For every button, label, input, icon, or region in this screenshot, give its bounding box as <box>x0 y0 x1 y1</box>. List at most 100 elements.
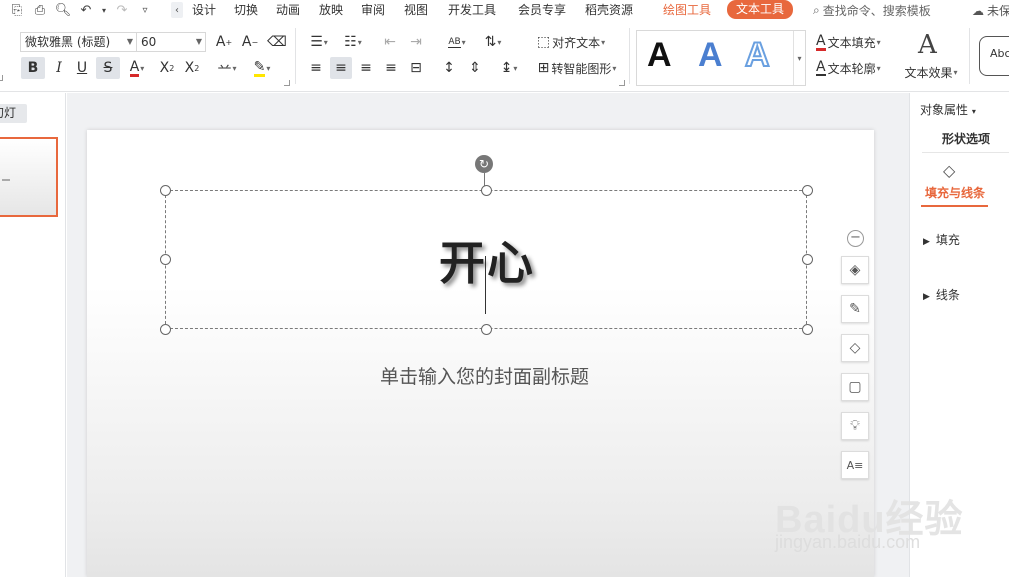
bold-button[interactable]: B <box>21 57 45 79</box>
text-fill-button[interactable]: A 文本填充 ▾ <box>816 31 896 53</box>
menu-scroll-left-icon[interactable]: ‹ <box>171 2 183 18</box>
divider <box>969 28 970 84</box>
tab-slideshow[interactable]: 放映 <box>319 2 343 18</box>
text-fill-icon: A <box>816 32 826 51</box>
slide-title[interactable]: 开心 <box>166 228 808 298</box>
brush-icon[interactable]: ✎ <box>841 295 869 323</box>
distribute-icon[interactable]: ⊟ <box>405 57 427 79</box>
clear-format-icon[interactable]: ⌫ <box>266 31 288 53</box>
decrease-indent-icon[interactable]: ⇤ <box>380 31 400 53</box>
gallery-more-icon[interactable]: ▾ <box>793 31 805 85</box>
panel-title[interactable]: 对象属性 ▾ <box>920 101 976 118</box>
tab-text-tool[interactable]: 文本工具 <box>727 0 794 19</box>
line-spacing-icon[interactable]: ↕ <box>438 57 460 79</box>
tab-slides[interactable]: 幻灯片 <box>0 104 27 123</box>
shape-style-preview[interactable]: Abc <box>979 36 1009 76</box>
tab-developer[interactable]: 开发工具 <box>448 2 496 18</box>
strikethrough-button[interactable]: S <box>96 57 120 79</box>
export-icon[interactable]: ⎘ <box>8 1 26 19</box>
text-outline-label: 文本轮廓 <box>827 61 876 76</box>
subscript-button[interactable]: X2 <box>181 57 203 79</box>
group-corner <box>284 80 290 86</box>
superscript-button[interactable]: X2 <box>156 57 178 79</box>
text-fill-label: 文本填充 <box>827 35 876 50</box>
fill-section[interactable]: ▶ 填充 <box>923 231 960 248</box>
tab-review[interactable]: 审阅 <box>361 2 385 18</box>
fill-line-icon[interactable]: ◇ <box>943 161 955 180</box>
outline-frame-icon[interactable]: ▢ <box>841 373 869 401</box>
cloud-status[interactable]: ☁ 未保存 <box>972 2 1009 19</box>
spacing-options-button[interactable]: ↨ ▾ <box>494 57 524 79</box>
resize-handle-top-right[interactable] <box>802 185 813 196</box>
align-center-icon[interactable]: ≡ <box>330 57 352 79</box>
smart-shape-button[interactable]: ⊞ 转智能图形 ▾ <box>530 57 624 79</box>
idea-bulb-icon[interactable]: 💡︎ <box>841 412 869 440</box>
font-size-value: 60 <box>141 35 157 49</box>
fill-section-label: 填充 <box>935 233 960 247</box>
text-effect-icon[interactable]: A <box>918 30 937 60</box>
redo-icon[interactable]: ↷ <box>113 1 131 19</box>
resize-handle-top-left[interactable] <box>160 185 171 196</box>
grow-font-icon[interactable]: A + <box>214 31 234 53</box>
print-icon[interactable]: ⎙ <box>31 1 49 19</box>
shrink-font-icon[interactable]: A − <box>240 31 260 53</box>
tab-view[interactable]: 视图 <box>404 2 428 18</box>
resize-handle-top[interactable] <box>481 185 492 196</box>
cloud-icon: ☁ <box>972 3 984 18</box>
command-search[interactable]: ⌕ 查找命令、搜索模板 <box>813 2 931 19</box>
font-name-select[interactable]: 微软雅黑 (标题) ▼ <box>20 32 137 52</box>
phonetic-button[interactable]: 䒑 ▾ <box>212 57 242 79</box>
italic-button[interactable]: I <box>49 57 69 79</box>
slide[interactable]: ↻ 开心 单击输入您的封面副标题 − ◈ ✎ ◇ ▢ 💡︎ A≡ <box>87 130 874 577</box>
text-style-black[interactable]: A <box>647 35 672 75</box>
chevron-down-icon: ▼ <box>195 37 202 46</box>
collapse-toolbar-icon[interactable]: − <box>847 230 864 247</box>
resize-handle-bottom-left[interactable] <box>160 324 171 335</box>
resize-handle-bottom-right[interactable] <box>802 324 813 335</box>
fill-bucket-icon[interactable]: ◇ <box>841 334 869 362</box>
tab-docer[interactable]: 稻壳资源 <box>585 2 633 18</box>
char-spacing-button[interactable]: AB ▾ <box>442 31 472 53</box>
smart-shape-icon: ⊞ <box>537 60 550 76</box>
text-direction-icon: ⇅ <box>484 34 497 50</box>
layer-icon[interactable]: ◈ <box>841 256 869 284</box>
title-textbox[interactable]: 开心 <box>160 185 813 335</box>
text-effect-button[interactable]: 文本效果 ▾ <box>900 61 962 83</box>
tab-fill-and-line[interactable]: 填充与线条 <box>921 184 989 207</box>
bullet-list-button[interactable]: ☰ ▾ <box>304 31 334 53</box>
text-style-outline[interactable]: A <box>744 35 771 75</box>
resize-handle-bottom[interactable] <box>481 324 492 335</box>
align-right-icon[interactable]: ≡ <box>356 57 376 79</box>
justify-icon[interactable]: ≡ <box>381 57 401 79</box>
undo-dropdown-icon[interactable]: ▾ <box>100 1 108 19</box>
text-outline-button[interactable]: A 文本轮廓 ▾ <box>816 57 896 79</box>
align-text-button[interactable]: ⬚ 对齐文本 ▾ <box>530 31 612 53</box>
increase-indent-icon[interactable]: ⇥ <box>406 31 426 53</box>
align-left-icon[interactable]: ≡ <box>306 57 326 79</box>
text-style-blue[interactable]: A <box>698 35 723 75</box>
line-section[interactable]: ▶ 线条 <box>923 286 960 303</box>
rotate-handle-icon[interactable]: ↻ <box>475 155 493 173</box>
text-direction-button[interactable]: ⇅ ▾ <box>478 31 508 53</box>
print-preview-icon[interactable]: 🔍︎ <box>54 1 72 19</box>
tab-design[interactable]: 设计 <box>192 2 216 18</box>
tab-shape-options[interactable]: 形状选项 <box>922 125 1009 153</box>
font-size-select[interactable]: 60 ▼ <box>136 32 206 52</box>
undo-icon[interactable]: ↶ <box>77 1 95 19</box>
more-dropdown-icon[interactable]: ▿ <box>136 1 154 19</box>
slide-thumbnail[interactable] <box>0 137 58 217</box>
chevron-down-icon: ▼ <box>126 37 133 46</box>
numbered-list-button[interactable]: ☷ ▾ <box>338 31 368 53</box>
subtitle-placeholder[interactable]: 单击输入您的封面副标题 <box>87 362 882 389</box>
tab-member[interactable]: 会员专享 <box>518 2 566 18</box>
cloud-status-text: 未保存 <box>987 4 1009 18</box>
paragraph-spacing-icon[interactable]: ⇕ <box>464 57 486 79</box>
tab-animation[interactable]: 动画 <box>276 2 300 18</box>
font-color-button[interactable]: A ▾ <box>124 57 150 79</box>
tab-transition[interactable]: 切换 <box>234 2 258 18</box>
highlight-button[interactable]: ✎ ▾ <box>248 57 276 79</box>
underline-button[interactable]: U <box>72 57 92 79</box>
spacing-options-icon: ↨ <box>500 60 513 76</box>
smart-shape-label: 转智能图形 <box>551 61 612 76</box>
tab-draw-tool[interactable]: 绘图工具 <box>663 2 711 18</box>
